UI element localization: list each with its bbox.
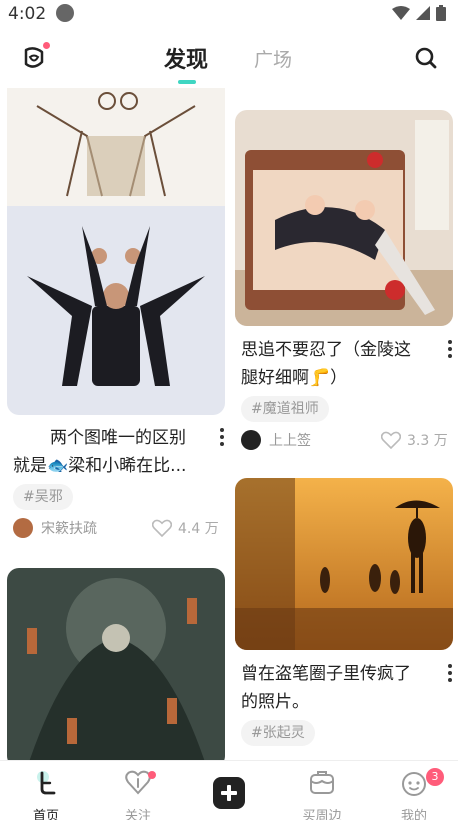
post-title-line[interactable]: 曾在盗笔圈子里传疯了 [241, 660, 411, 688]
author-info[interactable]: 宋簌扶疏 [13, 518, 97, 538]
post-image[interactable] [7, 88, 225, 415]
author-name[interactable]: 上上签 [269, 430, 311, 450]
post-image[interactable] [7, 568, 225, 760]
post-image[interactable] [235, 110, 453, 326]
nav-item-profile[interactable]: 我的 [368, 761, 458, 820]
more-options-icon[interactable] [445, 340, 455, 358]
nav-label: 关注 [124, 809, 151, 820]
like-count: 4.4 万 [178, 521, 219, 537]
more-options-icon[interactable] [445, 664, 455, 682]
post-title-line[interactable]: 的照片。 [241, 688, 309, 716]
avatar[interactable] [241, 430, 261, 450]
topic-tag[interactable]: #张起灵 [241, 720, 315, 746]
profile-face-icon [402, 772, 426, 796]
signal-icon [416, 6, 430, 20]
like-count: 3.3 万 [407, 433, 448, 449]
post-title-line[interactable]: 思追不要忍了（金陵这 [241, 336, 411, 364]
post-title-line[interactable]: 就是🐟梁和小晞在比... [13, 452, 186, 480]
nav-item-create[interactable] [184, 761, 276, 820]
top-header: 发现 广场 [0, 34, 458, 84]
tab-square[interactable]: 广场 [254, 45, 292, 72]
plus-icon [213, 777, 245, 809]
topic-tag[interactable]: #魔道祖师 [241, 396, 329, 422]
status-icons [392, 5, 446, 21]
notification-dot [148, 771, 156, 779]
battery-icon [436, 5, 446, 21]
tab-discover[interactable]: 发现 [164, 42, 208, 74]
feed-card[interactable]: 曾在盗笔圈子里传疯了 的照片。 #张起灵 [229, 478, 458, 760]
active-tab-indicator [178, 80, 196, 84]
nav-label: 我的 [400, 809, 427, 820]
avatar[interactable] [13, 518, 33, 538]
post-title-line[interactable]: 两个图唯一的区别 [50, 424, 186, 452]
bottom-nav: 首页 关注 买周边 我的 3 [0, 760, 458, 820]
nav-label: 买周边 [302, 809, 342, 820]
nav-label: 首页 [32, 809, 59, 820]
status-bar: 4:02 [0, 0, 458, 28]
home-icon [37, 771, 56, 795]
feed: 两个图唯一的区别 就是🐟梁和小晞在比... #吴邪 宋簌扶疏 4.4 万 思追不… [0, 88, 458, 760]
author-info[interactable]: 上上签 [241, 430, 311, 450]
author-name[interactable]: 宋簌扶疏 [41, 518, 97, 538]
notification-dot-icon [56, 4, 74, 22]
shop-icon [310, 771, 334, 794]
feed-card[interactable]: 两个图唯一的区别 就是🐟梁和小晞在比... #吴邪 宋簌扶疏 4.4 万 [0, 88, 229, 548]
status-time: 4:02 [8, 4, 47, 24]
like-button[interactable]: 4.4 万 [152, 518, 219, 538]
wifi-icon [392, 6, 410, 20]
topic-tag[interactable]: #吴邪 [13, 484, 73, 510]
post-image[interactable] [235, 478, 453, 650]
profile-count-badge: 3 [426, 768, 444, 786]
like-button[interactable]: 3.3 万 [381, 430, 448, 450]
feed-card[interactable] [0, 568, 229, 760]
feed-card[interactable]: 思追不要忍了（金陵这 腿好细啊🦵） #魔道祖师 上上签 3.3 万 [229, 88, 458, 458]
search-icon[interactable] [414, 46, 438, 70]
nav-item-shop[interactable]: 买周边 [276, 761, 368, 820]
post-title-line[interactable]: 腿好细啊🦵） [241, 364, 347, 392]
more-options-icon[interactable] [217, 428, 227, 446]
heart-icon [381, 431, 401, 449]
logo-badge [43, 42, 50, 49]
nav-item-home[interactable]: 首页 [0, 761, 92, 820]
nav-item-following[interactable]: 关注 [92, 761, 184, 820]
app-logo-icon[interactable] [20, 42, 50, 72]
heart-icon [152, 519, 172, 537]
